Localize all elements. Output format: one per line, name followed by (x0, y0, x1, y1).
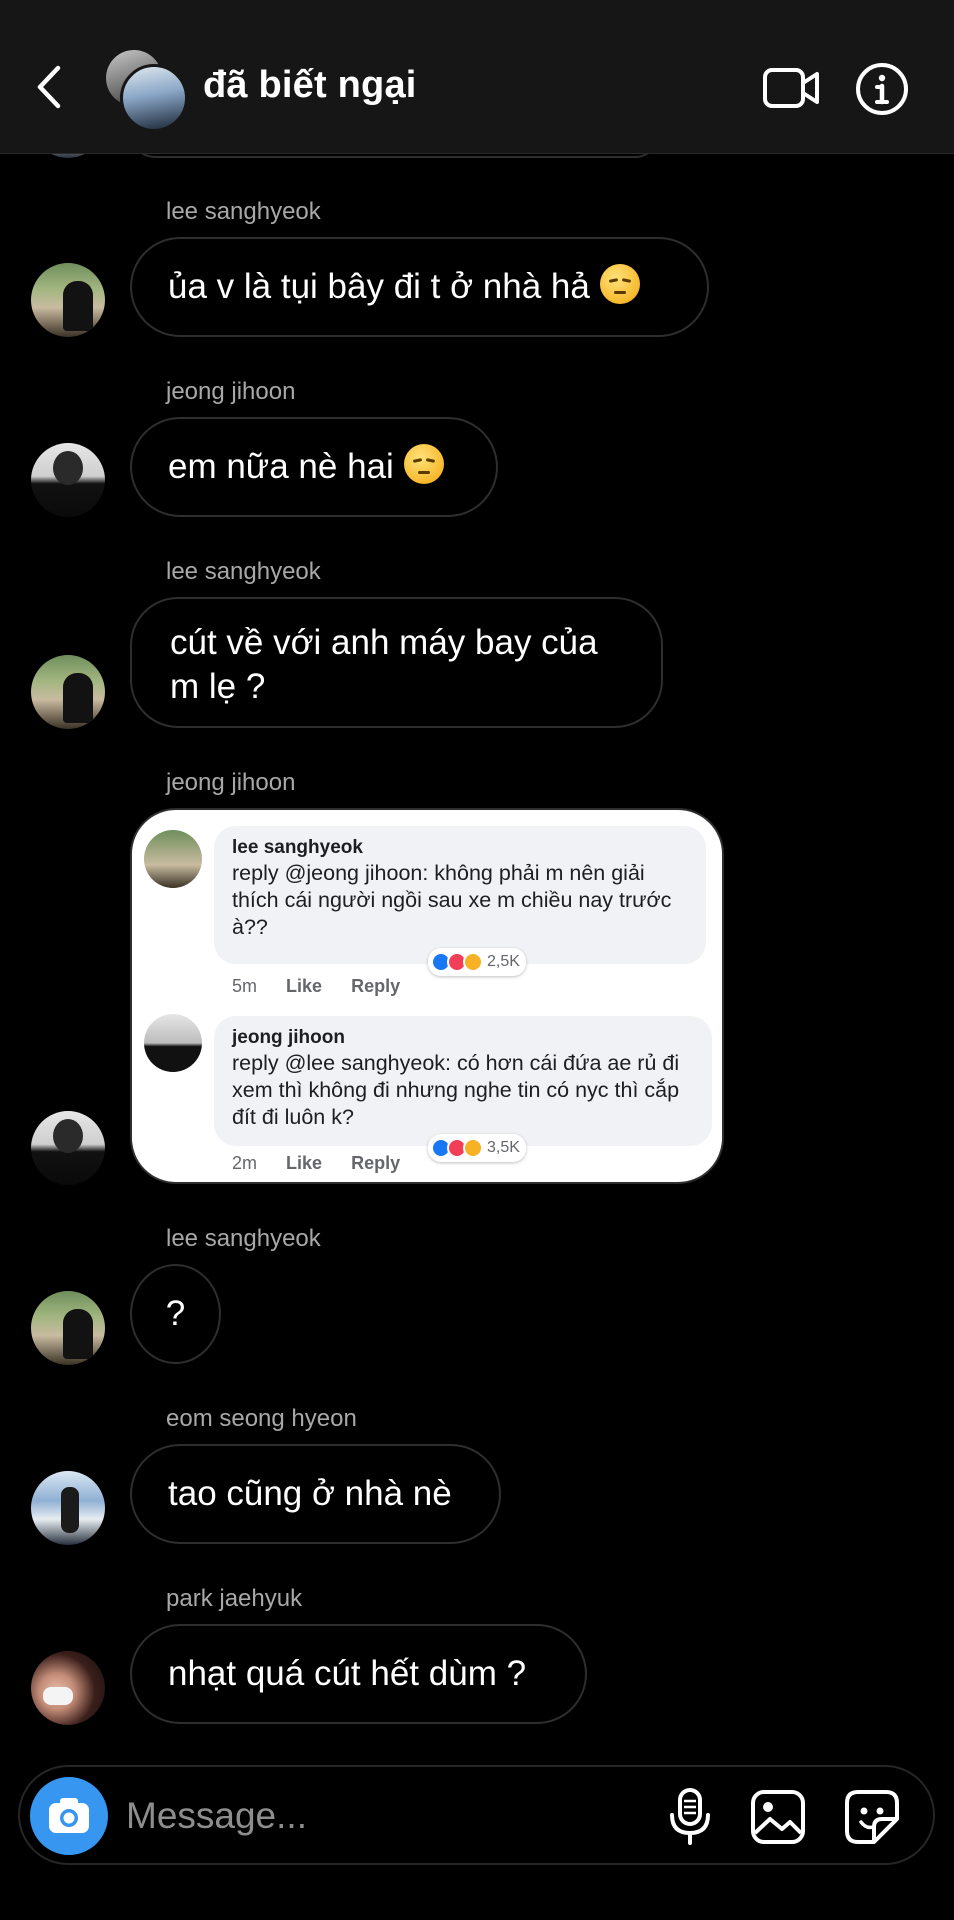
reaction-count: 3,5K (487, 1139, 520, 1156)
comment-author: jeong jihoon (232, 1027, 345, 1048)
comment-time: 5m (232, 976, 258, 996)
comment-time: 2m (232, 1153, 258, 1173)
pensive-face-emoji-icon (599, 264, 640, 304)
message-text: tao cũng ở nhà nè (168, 1474, 452, 1513)
sender-name: lee sanghyeok (166, 198, 321, 225)
comment-text: reply @jeong jihoon: không phải m nên gi… (232, 861, 672, 939)
camera-button[interactable] (30, 1777, 108, 1855)
camera-icon (49, 1798, 89, 1833)
group-avatar[interactable] (104, 50, 188, 132)
message-bubble[interactable]: em nữa nè hai (130, 417, 498, 517)
comment-author: lee sanghyeok (232, 837, 363, 858)
message-bubble[interactable]: tao cũng ở nhà nè (130, 1444, 501, 1544)
sender-name: lee sanghyeok (166, 1225, 321, 1252)
pensive-face-emoji-icon (403, 444, 444, 484)
reaction-summary: 3,5K (428, 1134, 526, 1162)
comment-like: Like (286, 976, 323, 996)
shared-screenshot-card[interactable]: lee sanghyeok reply @jeong jihoon: không… (130, 808, 724, 1184)
group-avatar-front (120, 64, 188, 132)
sender-name: eom seong hyeon (166, 1405, 357, 1432)
message-bubble[interactable]: cút về với anh máy bay của m lẹ ? (130, 597, 663, 728)
comment-bubble: jeong jihoon reply @lee sanghyeok: có hơ… (214, 1016, 712, 1146)
message-text: cút về với anh máy bay của m lẹ ? (170, 623, 598, 706)
sender-name: lee sanghyeok (166, 558, 321, 585)
avatar[interactable] (31, 655, 105, 729)
comment-meta: 2m Like Reply (232, 1153, 424, 1174)
comment-text: reply @lee sanghyeok: có hơn cái đứa ae … (232, 1051, 680, 1129)
avatar[interactable] (31, 263, 105, 337)
message-bubble[interactable]: nhạt quá cút hết dùm ? (130, 1624, 587, 1724)
video-call-icon[interactable] (762, 66, 820, 110)
reaction-count: 2,5K (487, 953, 520, 970)
message-text: ? (165, 1294, 186, 1333)
message-composer (18, 1765, 935, 1865)
message-input[interactable] (124, 1787, 528, 1845)
comment-avatar (144, 830, 202, 888)
message-bubble[interactable]: ? (130, 1264, 221, 1364)
avatar[interactable] (31, 1471, 105, 1545)
avatar[interactable] (31, 443, 105, 517)
avatar[interactable] (31, 1291, 105, 1365)
comment-reply: Reply (351, 976, 401, 996)
comment-avatar (144, 1014, 202, 1072)
microphone-icon[interactable] (666, 1787, 714, 1847)
sender-name: jeong jihoon (166, 378, 296, 405)
comment-bubble: lee sanghyeok reply @jeong jihoon: không… (214, 826, 706, 964)
sender-name: park jaehyuk (166, 1585, 303, 1612)
message-text: ủa v là tụi bây đi t ở nhà hả (168, 267, 590, 306)
gallery-icon[interactable] (750, 1789, 806, 1845)
comment-reply: Reply (351, 1153, 401, 1173)
chat-header: đã biết ngại (0, 0, 954, 154)
info-icon[interactable] (855, 62, 909, 116)
message-bubble[interactable]: ủa v là tụi bây đi t ở nhà hả (130, 237, 709, 337)
sender-name: jeong jihoon (166, 769, 296, 796)
haha-reaction-icon (463, 1138, 483, 1158)
message-text: nhạt quá cút hết dùm ? (168, 1654, 527, 1693)
avatar[interactable] (31, 1651, 105, 1725)
message-text: em nữa nè hai (168, 447, 394, 486)
back-arrow-icon[interactable] (30, 62, 70, 112)
comment-like: Like (286, 1153, 323, 1173)
sticker-icon[interactable] (844, 1789, 900, 1845)
chat-title[interactable]: đã biết ngại (203, 64, 417, 107)
avatar[interactable] (31, 1111, 105, 1185)
comment-meta: 5m Like Reply (232, 976, 424, 997)
haha-reaction-icon (463, 952, 483, 972)
reaction-summary: 2,5K (428, 948, 526, 976)
